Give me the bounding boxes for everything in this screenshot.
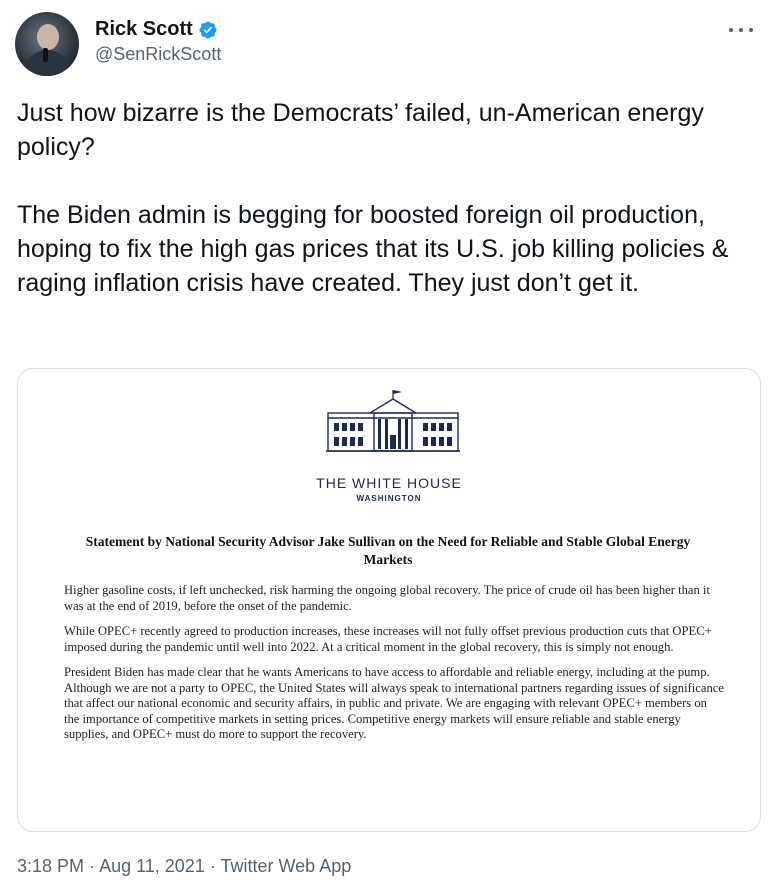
verified-badge-icon — [199, 20, 217, 39]
tweet-text: Just how bizarre is the Democrats’ faile… — [17, 96, 757, 334]
tweet-source: Twitter Web App — [220, 856, 352, 876]
more-dots-icon[interactable] — [727, 20, 755, 40]
tweet-time[interactable]: 3:18 PM — [17, 856, 84, 876]
white-house-logo — [326, 390, 460, 452]
statement-title: Statement by National Security Advisor J… — [85, 534, 691, 567]
tweet-meta: 3:18 PM · Aug 11, 2021 · Twitter Web App — [17, 856, 351, 877]
author-display-name[interactable]: Rick Scott — [95, 18, 193, 41]
tweet-paragraph: Just how bizarre is the Democrats’ faile… — [17, 99, 704, 161]
statement-body: Higher gasoline costs, if left unchecked… — [64, 583, 724, 753]
org-title: THE WHITE HOUSE — [316, 475, 462, 491]
tweet-date[interactable]: Aug 11, 2021 — [99, 856, 205, 876]
meta-separator: · — [204, 856, 221, 876]
statement-paragraph: While OPEC+ recently agreed to productio… — [64, 624, 712, 654]
author-name-row[interactable]: Rick Scott — [95, 18, 218, 41]
avatar-microphone — [43, 48, 48, 62]
author-handle[interactable]: @SenRickScott — [95, 44, 221, 65]
meta-separator: · — [84, 856, 100, 876]
avatar-face — [37, 24, 59, 50]
avatar[interactable] — [15, 12, 79, 76]
statement-paragraph: President Biden has made clear that he w… — [64, 665, 724, 741]
org-subtitle: WASHINGTON — [356, 494, 422, 503]
tweet-paragraph: The Biden admin is begging for boosted f… — [17, 201, 729, 297]
attached-image[interactable]: THE WHITE HOUSE WASHINGTON Statement by … — [17, 368, 761, 832]
tweet-header: Rick Scott @SenRickScott — [15, 10, 755, 80]
statement-paragraph: Higher gasoline costs, if left unchecked… — [64, 583, 710, 613]
